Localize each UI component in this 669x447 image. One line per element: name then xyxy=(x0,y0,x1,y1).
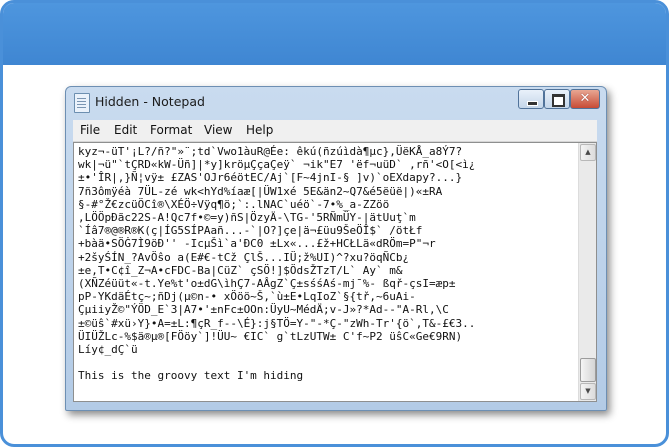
window-title: Hidden - Notepad xyxy=(95,94,205,109)
maximize-button[interactable] xyxy=(544,89,570,109)
minimize-button[interactable] xyxy=(518,89,544,109)
close-icon: ✕ xyxy=(579,91,591,106)
vertical-scrollbar[interactable]: ▲ ▼ xyxy=(578,143,596,401)
scroll-up-arrow-icon[interactable]: ▲ xyxy=(580,144,596,161)
editor-content[interactable]: kyz¬-üT'¡L?/ñ?"»¨;td`Vwo1àuR@Ée: êkú(ñzú… xyxy=(78,145,573,400)
scroll-thumb[interactable] xyxy=(580,358,596,382)
menu-file[interactable]: File xyxy=(79,123,101,137)
minimize-icon xyxy=(527,101,538,106)
menu-format[interactable]: Format xyxy=(149,123,193,137)
maximize-icon xyxy=(552,94,565,107)
menu-edit[interactable]: Edit xyxy=(113,123,138,137)
close-button[interactable]: ✕ xyxy=(570,89,600,109)
menu-bar: File Edit Format View Help xyxy=(73,120,597,142)
header-banner xyxy=(3,3,666,65)
scroll-down-arrow-icon[interactable]: ▼ xyxy=(580,383,596,400)
text-editor[interactable]: kyz¬-üT'¡L?/ñ?"»¨;td`Vwo1àuR@Ée: êkú(ñzú… xyxy=(73,142,597,402)
title-bar[interactable]: Hidden - Notepad ✕ xyxy=(66,87,606,119)
slide-frame: Hidden - Notepad ✕ File Edit Format View… xyxy=(0,0,669,447)
menu-help[interactable]: Help xyxy=(245,123,274,137)
notepad-window[interactable]: Hidden - Notepad ✕ File Edit Format View… xyxy=(65,86,607,411)
menu-view[interactable]: View xyxy=(203,123,233,137)
notepad-app-icon[interactable] xyxy=(74,93,90,113)
